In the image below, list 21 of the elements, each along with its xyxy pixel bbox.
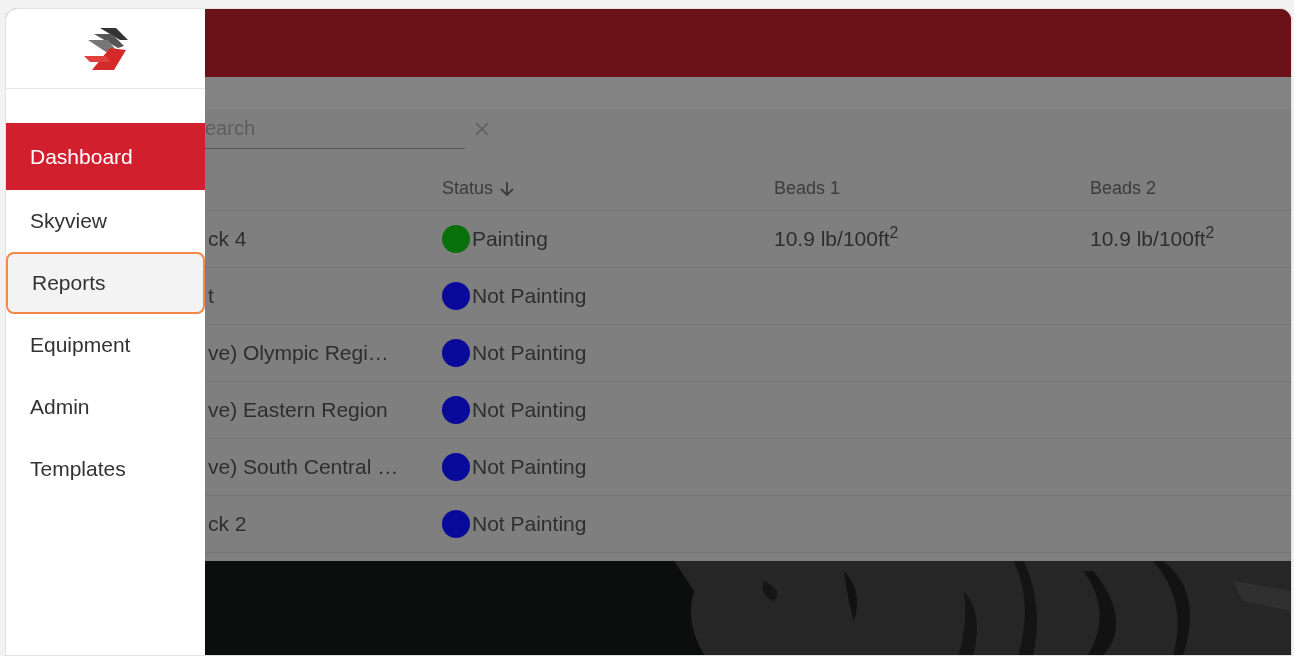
table-cell: ve) Eastern Region <box>208 398 388 422</box>
table-cell: t <box>208 284 214 308</box>
close-icon[interactable] <box>474 121 490 137</box>
table-cell: 10.9 lb/100ft$^{2}$ <box>1090 227 1215 251</box>
menu-item[interactable]: Reports <box>6 252 205 314</box>
table-cell: ve) Olympic Regi… <box>208 341 389 365</box>
table-cell: ve) South Central … <box>208 455 399 479</box>
menu-item[interactable]: Skyview <box>6 190 205 252</box>
menu-item[interactable]: Equipment <box>6 314 205 376</box>
table-cell: ck 4 <box>208 227 247 251</box>
menu-item[interactable]: Dashboard <box>6 123 205 190</box>
table-cell-text: Not Painting <box>472 283 587 310</box>
table-cell: ck 2 <box>208 512 247 536</box>
table-cell: 10.9 lb/100ft$^{2}$ <box>774 227 899 251</box>
table-cell-text: Not Painting <box>472 511 587 538</box>
table-cell-text: Not Painting <box>472 397 587 424</box>
menu-item[interactable]: Templates <box>6 438 205 500</box>
table-cell-text: Not Painting <box>472 340 587 367</box>
menu-item[interactable]: Admin <box>6 376 205 438</box>
table-cell-text: Not Painting <box>472 454 587 481</box>
table-cell-text: Painting <box>472 226 548 253</box>
